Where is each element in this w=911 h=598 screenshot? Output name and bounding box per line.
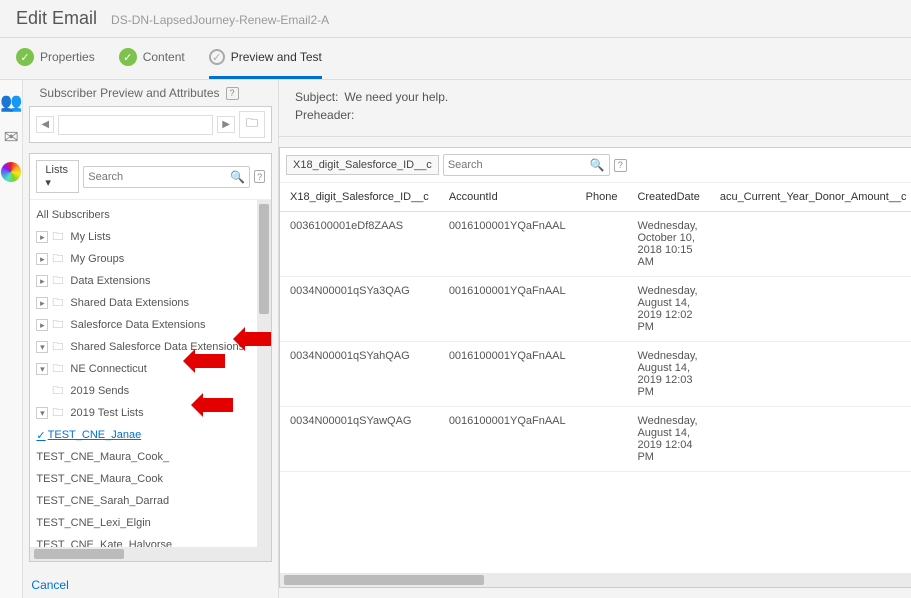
truncated-indicator: ---------- xyxy=(280,472,911,496)
table-cell xyxy=(710,342,911,407)
horizontal-scrollbar[interactable] xyxy=(30,547,271,561)
search-box[interactable]: 🔍 xyxy=(83,166,250,188)
colorwheel-icon[interactable] xyxy=(1,162,21,182)
column-filter-dropdown[interactable]: X18_digit_Salesforce_ID__c xyxy=(286,155,439,175)
subject-bar: Subject: We need your help. Preheader: xyxy=(279,80,911,137)
col-header[interactable]: Phone xyxy=(576,183,628,212)
back-icon[interactable]: ◀ xyxy=(36,116,54,133)
search-input[interactable] xyxy=(88,171,230,183)
footer: Cancel xyxy=(29,572,272,598)
search-input[interactable] xyxy=(448,159,590,171)
tree-item[interactable]: TEST_CNE_Kate_Halvorse xyxy=(30,534,257,547)
tabs-bar: ✓ Properties ✓ Content ✓ Preview and Tes… xyxy=(0,38,911,80)
tab-label: Preview and Test xyxy=(231,50,322,64)
envelope-icon[interactable]: ✉ xyxy=(4,127,19,148)
table-cell xyxy=(576,212,628,277)
data-panel: X18_digit_Salesforce_ID__c 🔍 ? X18_digit… xyxy=(279,147,911,588)
email-name: DS-DN-LapsedJourney-Renew-Email2-A xyxy=(111,13,329,27)
search-icon[interactable]: 🔍 xyxy=(590,158,605,172)
check-icon: ✓ xyxy=(16,48,34,66)
forward-icon[interactable]: ▶ xyxy=(217,116,235,133)
table-cell: Wednesday, August 14, 2019 12:02 PM xyxy=(627,277,709,342)
search-icon[interactable]: 🔍 xyxy=(230,170,245,184)
table-cell: 0036100001eDf8ZAAS xyxy=(280,212,439,277)
col-header[interactable]: CreatedDate xyxy=(627,183,709,212)
tree-item-shared-de[interactable]: ▸🗀Shared Data Extensions xyxy=(30,292,257,314)
horizontal-scrollbar[interactable] xyxy=(280,573,911,587)
cancel-link[interactable]: Cancel xyxy=(31,578,68,592)
table-wrap: X18_digit_Salesforce_ID__c AccountId Pho… xyxy=(280,183,911,573)
help-icon[interactable]: ? xyxy=(614,159,627,172)
folder-icon[interactable]: 🗀 xyxy=(239,111,265,138)
table-cell: 0016100001YQaFnAAL xyxy=(439,407,576,472)
tab-content[interactable]: ✓ Content xyxy=(119,48,185,79)
table-cell: 0016100001YQaFnAAL xyxy=(439,277,576,342)
page-title: Edit Email xyxy=(16,8,97,29)
help-icon[interactable]: ? xyxy=(226,87,239,100)
tab-label: Properties xyxy=(40,50,95,64)
left-rail: 👥 ✉ xyxy=(0,80,23,598)
people-icon[interactable]: 👥 xyxy=(0,92,22,113)
panel-title: Subscriber Preview and Attributes xyxy=(39,86,219,100)
folder-tree: All Subscribers ▸🗀My Lists ▸🗀My Groups ▸… xyxy=(30,200,257,547)
table-cell: Wednesday, August 14, 2019 12:03 PM xyxy=(627,342,709,407)
tab-preview-test[interactable]: ✓ Preview and Test xyxy=(209,48,322,79)
subject-text: We need your help. xyxy=(344,90,448,104)
col-header[interactable]: acu_Current_Year_Donor_Amount__c xyxy=(710,183,911,212)
tree-item[interactable]: TEST_CNE_Maura_Cook_ xyxy=(30,446,257,468)
subject-label: Subject: xyxy=(295,90,338,104)
tree-item-my-groups[interactable]: ▸🗀My Groups xyxy=(30,248,257,270)
folder-nav-bar: ◀ ▶ 🗀 xyxy=(29,106,272,143)
tree-item[interactable]: TEST_CNE_Sarah_Darrad xyxy=(30,490,257,512)
tree-item[interactable]: TEST_CNE_Lexi_Elgin xyxy=(30,512,257,534)
table-row[interactable]: 0036100001eDf8ZAAS0016100001YQaFnAAL Wedn… xyxy=(280,212,911,277)
data-table: X18_digit_Salesforce_ID__c AccountId Pho… xyxy=(280,183,911,472)
annotation-arrow xyxy=(203,398,233,412)
help-icon[interactable]: ? xyxy=(254,170,265,183)
vertical-scrollbar[interactable] xyxy=(257,200,271,547)
annotation-arrow xyxy=(195,354,225,368)
table-cell: 0034N00001qSYa3QAG xyxy=(280,277,439,342)
preview-area: Subject: We need your help. Preheader: X… xyxy=(278,80,911,598)
table-cell: 0016100001YQaFnAAL xyxy=(439,342,576,407)
tree-item-all-subscribers[interactable]: All Subscribers xyxy=(30,204,257,226)
table-cell: 0034N00001qSYahQAG xyxy=(280,342,439,407)
search-box[interactable]: 🔍 xyxy=(443,154,610,176)
table-cell xyxy=(576,342,628,407)
list-search-bar: Lists ▾ 🔍 ? xyxy=(30,154,271,200)
header-bar: Edit Email DS-DN-LapsedJourney-Renew-Ema… xyxy=(0,0,911,38)
table-cell xyxy=(576,407,628,472)
check-icon: ✓ xyxy=(209,49,225,65)
table-cell: Wednesday, October 10, 2018 10:15 AM xyxy=(627,212,709,277)
tree-item-data-extensions[interactable]: ▸🗀Data Extensions xyxy=(30,270,257,292)
table-cell xyxy=(710,407,911,472)
folder-path[interactable] xyxy=(58,115,213,135)
check-icon: ✓ xyxy=(119,48,137,66)
main-area: 👥 ✉ Subscriber Preview and Attributes ? … xyxy=(0,80,911,598)
table-cell xyxy=(710,212,911,277)
tree-item[interactable]: TEST_CNE_Maura_Cook xyxy=(30,468,257,490)
table-cell xyxy=(710,277,911,342)
tree-item-test-cne-janae[interactable]: ✓TEST_CNE_Janae xyxy=(30,424,257,446)
table-row[interactable]: 0034N00001qSYahQAG0016100001YQaFnAAL Wedn… xyxy=(280,342,911,407)
tab-properties[interactable]: ✓ Properties xyxy=(16,48,95,79)
table-row[interactable]: 0034N00001qSYawQAG0016100001YQaFnAAL Wedn… xyxy=(280,407,911,472)
table-cell xyxy=(576,277,628,342)
tree-container: All Subscribers ▸🗀My Lists ▸🗀My Groups ▸… xyxy=(30,200,271,547)
preheader-label: Preheader: xyxy=(295,108,354,122)
data-search-bar: X18_digit_Salesforce_ID__c 🔍 ? xyxy=(280,148,911,183)
col-header[interactable]: AccountId xyxy=(439,183,576,212)
panel-header: Subscriber Preview and Attributes ? xyxy=(29,80,272,106)
table-cell: Wednesday, August 14, 2019 12:04 PM xyxy=(627,407,709,472)
table-cell: 0016100001YQaFnAAL xyxy=(439,212,576,277)
annotation-arrow xyxy=(245,332,271,346)
lists-dropdown[interactable]: Lists ▾ xyxy=(36,160,79,193)
col-header[interactable]: X18_digit_Salesforce_ID__c xyxy=(280,183,439,212)
subscriber-panel: Lists ▾ 🔍 ? All Subscribers ▸🗀My Lists ▸… xyxy=(29,153,272,562)
table-cell: 0034N00001qSYawQAG xyxy=(280,407,439,472)
table-row[interactable]: 0034N00001qSYa3QAG0016100001YQaFnAAL Wedn… xyxy=(280,277,911,342)
tab-label: Content xyxy=(143,50,185,64)
tree-item-my-lists[interactable]: ▸🗀My Lists xyxy=(30,226,257,248)
